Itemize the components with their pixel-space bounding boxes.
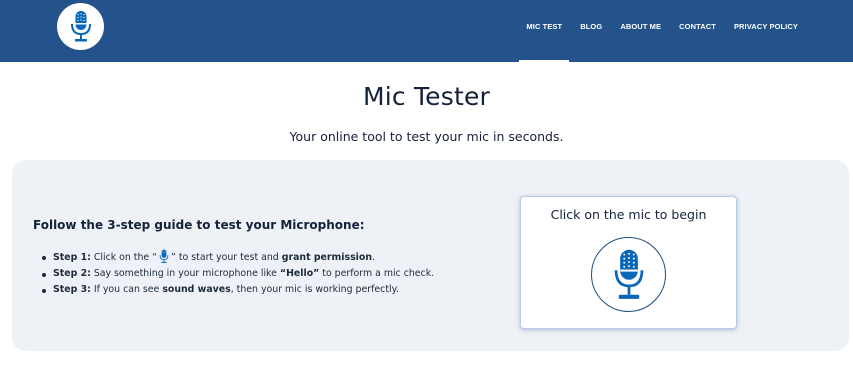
step-1-end: .	[372, 252, 375, 263]
page-subtitle: Your online tool to test your mic in sec…	[289, 129, 564, 144]
microphone-icon	[614, 249, 643, 299]
step-1-text: Click on the “	[93, 252, 158, 263]
step-2-end: to perform a mic check.	[319, 268, 435, 279]
step-1-label: Step 1:	[53, 252, 91, 263]
mic-test-panel: Follow the 3-step guide to test your Mic…	[12, 160, 849, 351]
card-title: Click on the mic to begin	[550, 207, 707, 222]
nav-about-me[interactable]: ABOUT ME	[620, 0, 661, 62]
step-1: Step 1: Click on the “ ” to start your t…	[41, 249, 434, 266]
nav-blog[interactable]: BLOG	[580, 0, 602, 62]
step-2: Step 2: Say something in your microphone…	[41, 266, 434, 282]
guide-heading: Follow the 3-step guide to test your Mic…	[33, 218, 365, 232]
step-3-bold: sound waves	[162, 284, 231, 295]
step-2-label: Step 2:	[53, 268, 91, 279]
top-navigation-bar: MIC TEST BLOG ABOUT ME CONTACT PRIVACY P…	[0, 0, 853, 62]
microphone-icon	[70, 10, 91, 41]
step-3-end: , then your mic is working perfectly.	[230, 284, 399, 295]
start-mic-button[interactable]	[591, 237, 666, 312]
microphone-icon	[159, 249, 169, 263]
step-1-text-2: ” to start your test and	[171, 252, 282, 263]
page-title: Mic Tester	[362, 82, 491, 111]
step-1-bold: grant permission	[281, 252, 372, 263]
step-2-bold: “Hello”	[279, 268, 320, 279]
step-3-text: If you can see	[93, 284, 163, 295]
logo[interactable]	[57, 3, 104, 50]
step-3-label: Step 3:	[53, 284, 91, 295]
mic-test-card: Click on the mic to begin	[520, 196, 737, 329]
step-3: Step 3: If you can see sound waves, then…	[41, 282, 434, 298]
main-nav: MIC TEST BLOG ABOUT ME CONTACT PRIVACY P…	[508, 0, 798, 62]
nav-contact[interactable]: CONTACT	[679, 0, 716, 62]
step-2-text: Say something in your microphone like	[93, 268, 280, 279]
nav-privacy-policy[interactable]: PRIVACY POLICY	[734, 0, 798, 62]
nav-mic-test[interactable]: MIC TEST	[519, 0, 570, 62]
steps-list: Step 1: Click on the “ ” to start your t…	[41, 249, 434, 298]
